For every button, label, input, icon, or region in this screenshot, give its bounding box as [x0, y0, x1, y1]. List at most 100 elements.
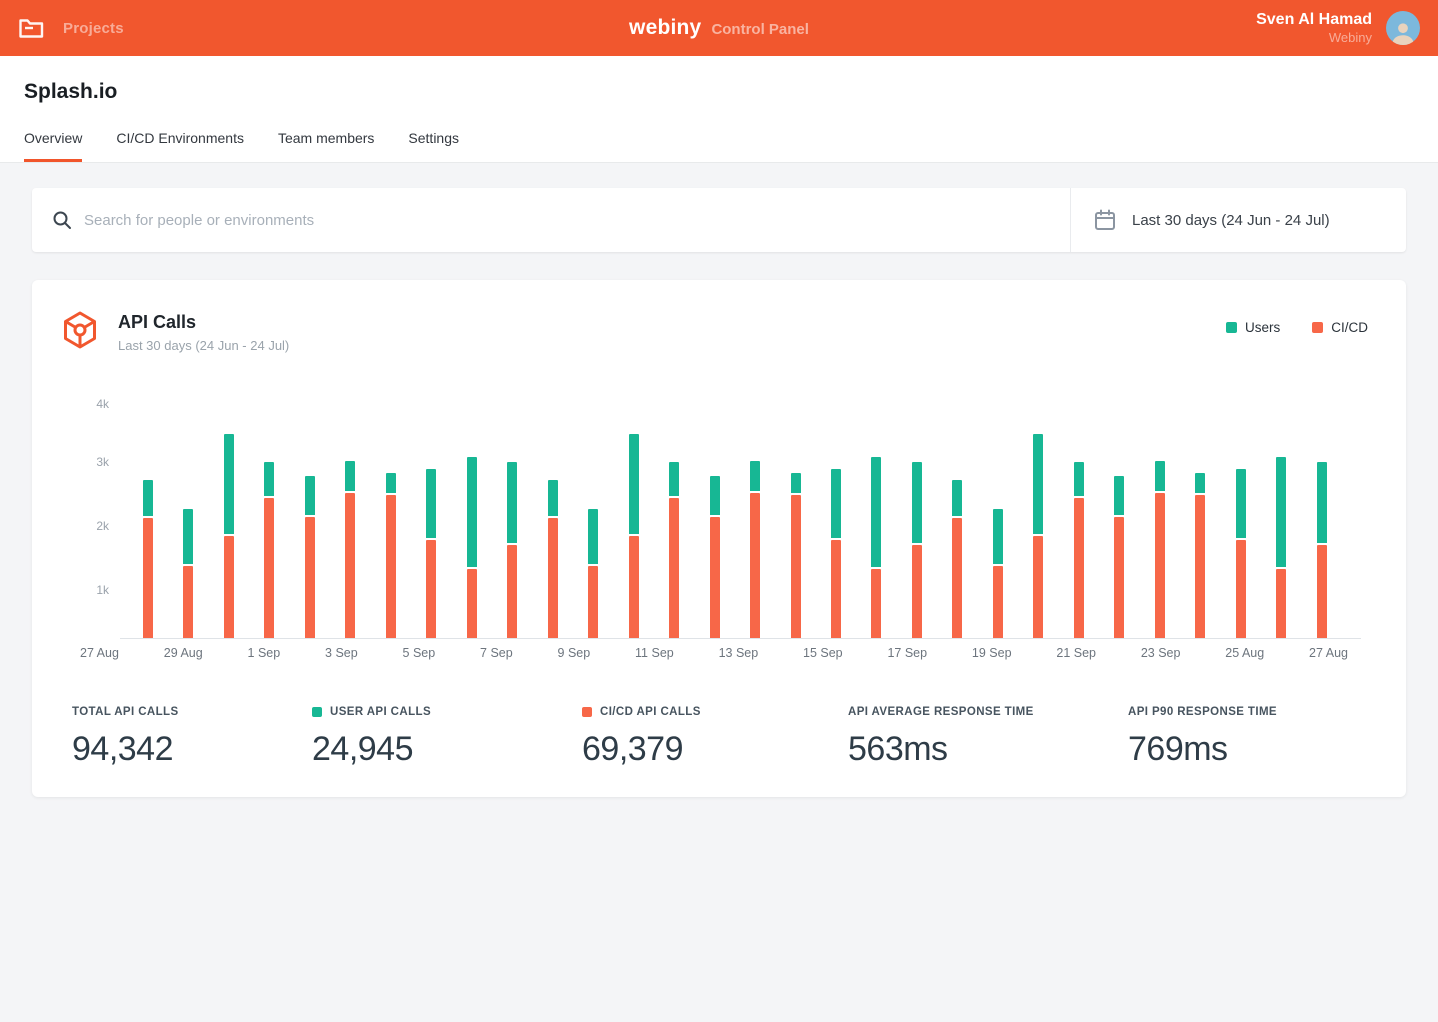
bar-segment-users [710, 476, 720, 515]
legend-item-ci-cd[interactable]: CI/CD [1312, 320, 1368, 335]
projects-folder-icon[interactable] [18, 16, 45, 40]
bar-segment-users [993, 509, 1003, 564]
search-icon [52, 210, 72, 230]
bar-segment-users [912, 462, 922, 543]
stacked-bar [386, 473, 396, 638]
bar-segment-cicd [1195, 495, 1205, 638]
card-title: API Calls [118, 310, 289, 333]
bar-segment-users [507, 462, 517, 543]
search-input[interactable] [84, 212, 1070, 229]
bar-segment-users [791, 473, 801, 493]
bar-segment-cicd [467, 569, 477, 638]
stacked-bar [507, 462, 517, 638]
stats-row: TOTAL API CALLS94,342USER API CALLS24,94… [72, 706, 1406, 769]
bar-segment-cicd [993, 566, 1003, 638]
stacked-bar [871, 457, 881, 638]
bar-segment-cicd [507, 545, 517, 638]
stat-value: 69,379 [582, 730, 848, 769]
filter-toolbar: Last 30 days (24 Jun - 24 Jul) [32, 188, 1406, 252]
projects-nav-label[interactable]: Projects [63, 20, 124, 37]
legend-swatch [1312, 322, 1323, 333]
bar-segment-users [629, 434, 639, 534]
control-panel-label: Control Panel [711, 21, 809, 38]
stat-value: 563ms [848, 730, 1128, 769]
stat-color-dot [582, 707, 592, 717]
webiny-logo: webiny [629, 16, 701, 40]
bar-segment-cicd [1114, 517, 1124, 638]
tab-settings[interactable]: Settings [408, 130, 459, 162]
chart-x-axis: 27 Aug29 Aug1 Sep3 Sep5 Sep7 Sep9 Sep11 … [80, 646, 1348, 660]
stat-value: 94,342 [72, 730, 312, 769]
stacked-bar [224, 434, 234, 638]
bar-segment-cicd [791, 495, 801, 638]
api-calls-hexagon-icon [60, 310, 100, 350]
stat-label: API AVERAGE RESPONSE TIME [848, 706, 1034, 718]
tab-team-members[interactable]: Team members [278, 130, 374, 162]
x-axis-tick: 15 Sep [803, 646, 843, 660]
stacked-bar [1236, 469, 1246, 638]
bar-segment-users [305, 476, 315, 515]
x-axis-tick: 17 Sep [887, 646, 927, 660]
bar-segment-cicd [629, 536, 639, 638]
bar-segment-cicd [710, 517, 720, 638]
x-axis-tick: 1 Sep [248, 646, 281, 660]
bar-segment-cicd [1074, 498, 1084, 638]
y-axis-tick: 3k [96, 455, 109, 469]
bar-segment-cicd [1155, 493, 1165, 638]
bar-segment-users [183, 509, 193, 564]
stacked-bar [305, 476, 315, 638]
stacked-bar [1074, 462, 1084, 638]
stacked-bar [629, 434, 639, 638]
stat-value: 769ms [1128, 730, 1277, 769]
stacked-bar [831, 469, 841, 638]
bar-segment-users [1195, 473, 1205, 493]
bar-segment-cicd [426, 540, 436, 638]
bar-segment-users [345, 461, 355, 491]
chart-plot: 4k3k2k1k [120, 404, 1361, 639]
bar-segment-cicd [588, 566, 598, 638]
date-range-picker[interactable]: Last 30 days (24 Jun - 24 Jul) [1071, 188, 1406, 252]
stacked-bar [467, 457, 477, 638]
y-axis-tick: 1k [96, 583, 109, 597]
y-axis-tick: 4k [96, 397, 109, 411]
x-axis-tick: 7 Sep [480, 646, 513, 660]
bar-segment-users [1276, 457, 1286, 567]
stacked-bar [1033, 434, 1043, 638]
x-axis-tick: 27 Aug [1309, 646, 1348, 660]
bar-segment-users [1317, 462, 1327, 543]
stat-user-api-calls: USER API CALLS24,945 [312, 706, 582, 769]
legend-label: CI/CD [1331, 320, 1368, 335]
bar-segment-cicd [264, 498, 274, 638]
bar-segment-cicd [952, 518, 962, 638]
x-axis-tick: 3 Sep [325, 646, 358, 660]
stat-color-dot [312, 707, 322, 717]
bar-segment-cicd [1276, 569, 1286, 638]
x-axis-tick: 11 Sep [635, 646, 674, 660]
bar-segment-users [143, 480, 153, 515]
legend-label: Users [1245, 320, 1280, 335]
bar-segment-cicd [183, 566, 193, 638]
bar-segment-users [952, 480, 962, 515]
bar-segment-users [386, 473, 396, 493]
bar-segment-users [1114, 476, 1124, 515]
tab-overview[interactable]: Overview [24, 130, 82, 162]
avatar[interactable] [1386, 11, 1420, 45]
bar-segment-users [224, 434, 234, 534]
bar-segment-cicd [1033, 536, 1043, 638]
x-axis-tick: 13 Sep [719, 646, 759, 660]
legend-item-users[interactable]: Users [1226, 320, 1280, 335]
tab-ci-cd-environments[interactable]: CI/CD Environments [116, 130, 244, 162]
tab-bar: Overview CI/CD Environments Team members Se… [24, 130, 1438, 162]
calendar-icon [1094, 209, 1116, 231]
api-calls-chart: 4k3k2k1k 27 Aug29 Aug1 Sep3 Sep5 Sep7 Se… [32, 404, 1406, 660]
stat-api-average-response-time: API AVERAGE RESPONSE TIME 563ms [848, 706, 1128, 769]
x-axis-tick: 25 Aug [1225, 646, 1264, 660]
stacked-bar [345, 461, 355, 638]
bar-segment-users [1074, 462, 1084, 497]
bar-segment-users [669, 462, 679, 497]
user-meta: Sven Al Hamad Webiny [1256, 10, 1372, 46]
legend-swatch [1226, 322, 1237, 333]
stacked-bar [952, 480, 962, 638]
x-axis-tick: 23 Sep [1141, 646, 1181, 660]
bar-segment-users [548, 480, 558, 515]
